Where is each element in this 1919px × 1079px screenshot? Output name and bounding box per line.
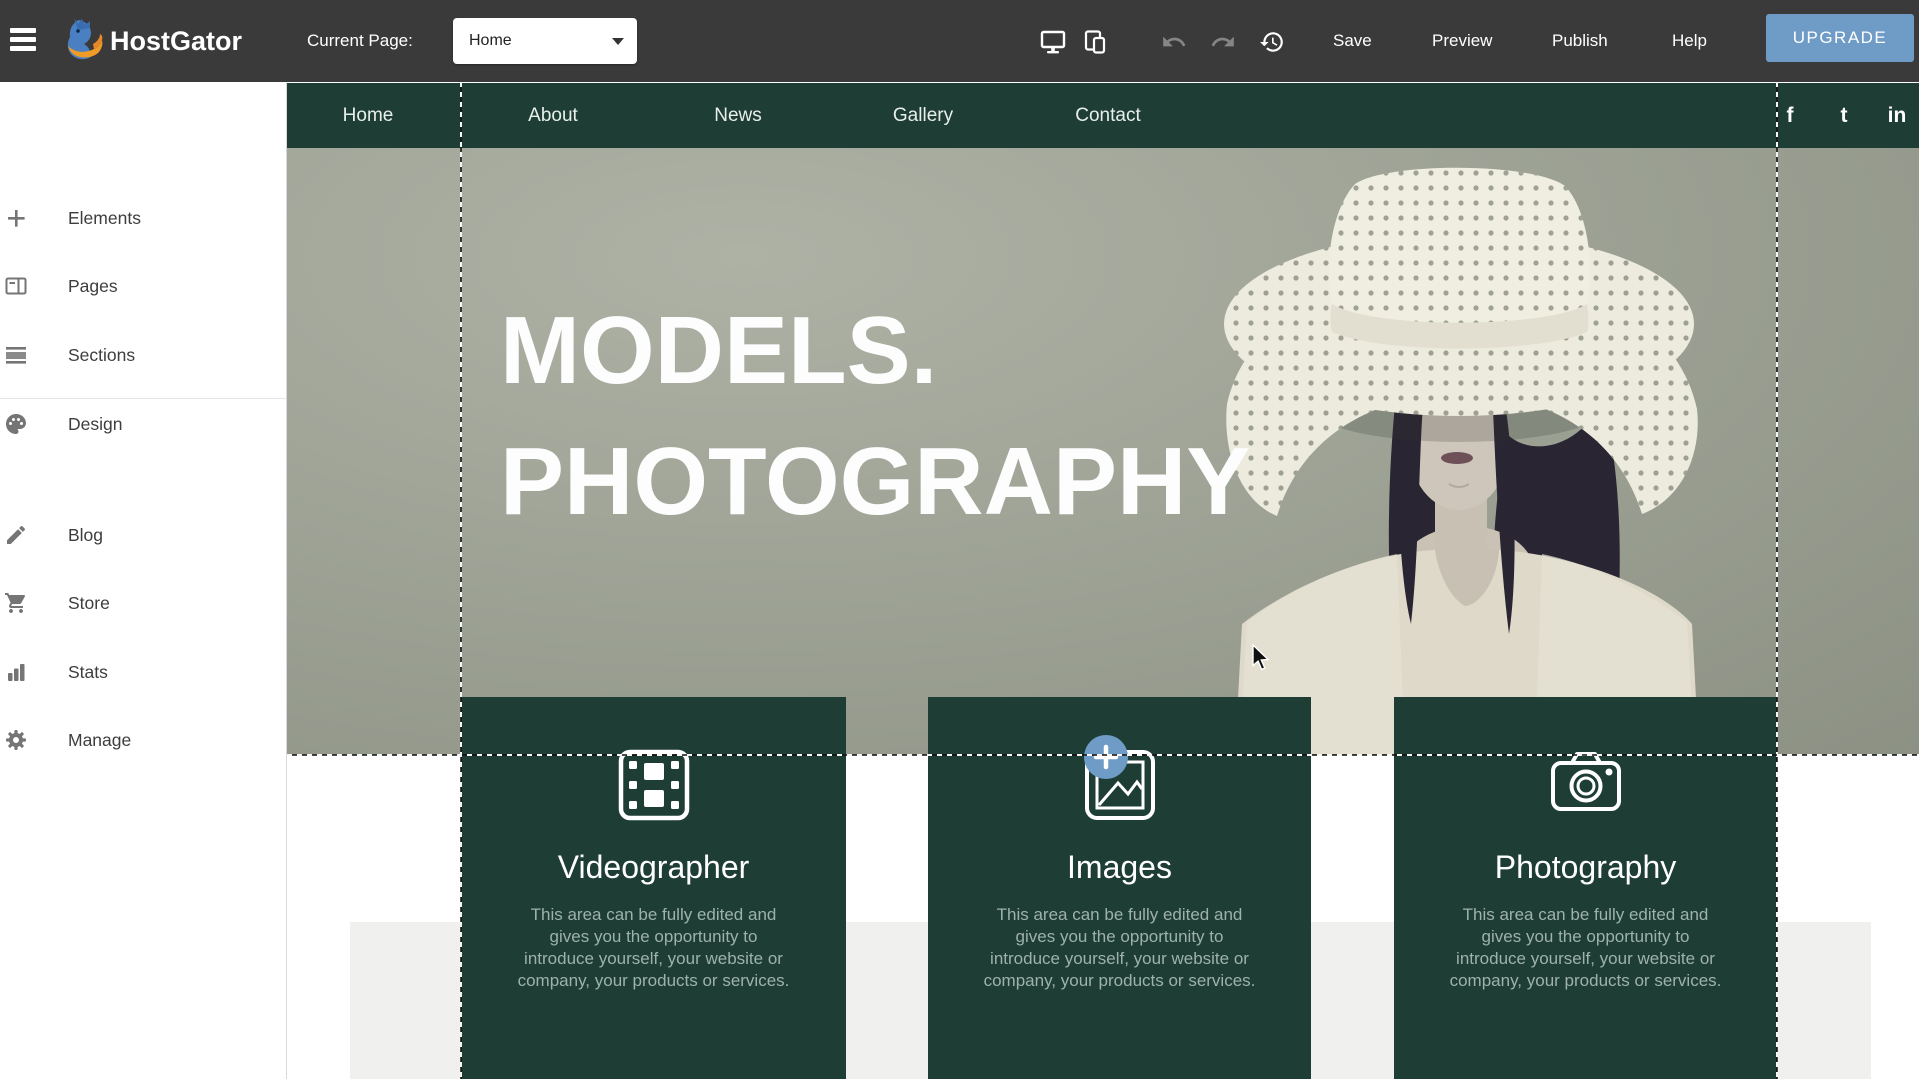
builder-sidebar: Elements Pages Sections <box>0 82 287 1079</box>
hostgator-logo-icon <box>64 16 106 64</box>
sidebar-item-stats[interactable]: Stats <box>0 648 287 696</box>
card-images[interactable]: Images This area can be fully edited and… <box>928 697 1311 1079</box>
card-title: Videographer <box>461 849 846 886</box>
sidebar-item-label: Store <box>68 579 110 627</box>
card-body: This area can be fully edited and gives … <box>950 904 1290 992</box>
hero-title-line2: PHOTOGRAPHY <box>500 428 1250 535</box>
cart-icon <box>4 591 28 615</box>
sidebar-item-label: Pages <box>68 262 118 310</box>
sidebar-item-label: Blog <box>68 511 103 559</box>
sidebar-item-label: Sections <box>68 331 135 379</box>
sidebar-item-label: Stats <box>68 648 108 696</box>
brand-name: HostGator <box>110 0 242 82</box>
film-icon <box>614 745 694 825</box>
desktop-preview-icon[interactable] <box>1040 29 1066 55</box>
page-select-dropdown[interactable]: Home <box>453 18 637 64</box>
site-canvas: Home About News Gallery Contact f t in <box>287 82 1919 1079</box>
add-image-badge-icon[interactable] <box>1084 735 1128 779</box>
history-icon[interactable] <box>1259 29 1285 55</box>
menu-icon[interactable] <box>10 28 36 52</box>
hero-title-line1: MODELS. <box>500 297 937 404</box>
current-page-label: Current Page: <box>307 0 413 82</box>
sidebar-item-design[interactable]: Design <box>0 400 287 448</box>
sidebar-item-label: Design <box>68 400 122 448</box>
help-button[interactable]: Help <box>1672 0 1707 82</box>
sidebar-item-elements[interactable]: Elements <box>0 194 287 242</box>
sidebar-item-store[interactable]: Store <box>0 579 287 627</box>
save-button[interactable]: Save <box>1333 0 1372 82</box>
site-nav-news[interactable]: News <box>714 83 762 148</box>
site-nav-home[interactable]: Home <box>343 83 394 148</box>
palette-icon <box>4 412 28 436</box>
linkedin-icon[interactable]: in <box>1888 83 1907 148</box>
builder-window: HostGator Current Page: Home Save Previe… <box>0 0 1919 1079</box>
hero-model-photo <box>1187 154 1747 754</box>
facebook-icon[interactable]: f <box>1787 83 1794 148</box>
sidebar-item-label: Elements <box>68 194 141 242</box>
sidebar-divider <box>0 398 287 399</box>
card-body: This area can be fully edited and gives … <box>484 904 824 992</box>
twitter-icon[interactable]: t <box>1841 83 1848 148</box>
pages-icon <box>4 274 28 298</box>
sections-icon <box>4 343 28 367</box>
publish-button[interactable]: Publish <box>1552 0 1608 82</box>
pencil-icon <box>4 523 28 547</box>
hero-section[interactable]: MODELS. PHOTOGRAPHY <box>287 148 1919 755</box>
upgrade-button[interactable]: UPGRADE <box>1766 14 1914 62</box>
card-body: This area can be fully edited and gives … <box>1416 904 1756 992</box>
site-nav-about[interactable]: About <box>528 83 578 148</box>
page-select-value: Home <box>469 18 512 64</box>
card-photography[interactable]: Photography This area can be fully edite… <box>1394 697 1777 1079</box>
site-nav-contact[interactable]: Contact <box>1075 83 1140 148</box>
card-title: Photography <box>1394 849 1777 886</box>
site-nav-gallery[interactable]: Gallery <box>893 83 953 148</box>
sidebar-item-pages[interactable]: Pages <box>0 262 287 310</box>
sidebar-item-label: Manage <box>68 716 131 764</box>
undo-icon[interactable] <box>1161 29 1187 55</box>
top-toolbar: HostGator Current Page: Home Save Previe… <box>0 0 1919 82</box>
card-title: Images <box>928 849 1311 886</box>
site-navbar[interactable]: Home About News Gallery Contact f t in <box>287 83 1919 148</box>
sidebar-item-blog[interactable]: Blog <box>0 511 287 559</box>
preview-button[interactable]: Preview <box>1432 0 1492 82</box>
image-icon-wrap <box>1080 745 1160 825</box>
chevron-down-icon <box>612 38 624 45</box>
sidebar-item-manage[interactable]: Manage <box>0 716 287 764</box>
plus-icon <box>4 206 28 230</box>
camera-icon <box>1546 745 1626 825</box>
hero-title[interactable]: MODELS. PHOTOGRAPHY <box>500 285 1250 547</box>
gear-icon <box>4 728 28 752</box>
mobile-preview-icon[interactable] <box>1082 29 1108 55</box>
bar-chart-icon <box>4 660 28 684</box>
card-videographer[interactable]: Videographer This area can be fully edit… <box>461 697 846 1079</box>
sidebar-item-sections[interactable]: Sections <box>0 331 287 379</box>
redo-icon[interactable] <box>1210 29 1236 55</box>
